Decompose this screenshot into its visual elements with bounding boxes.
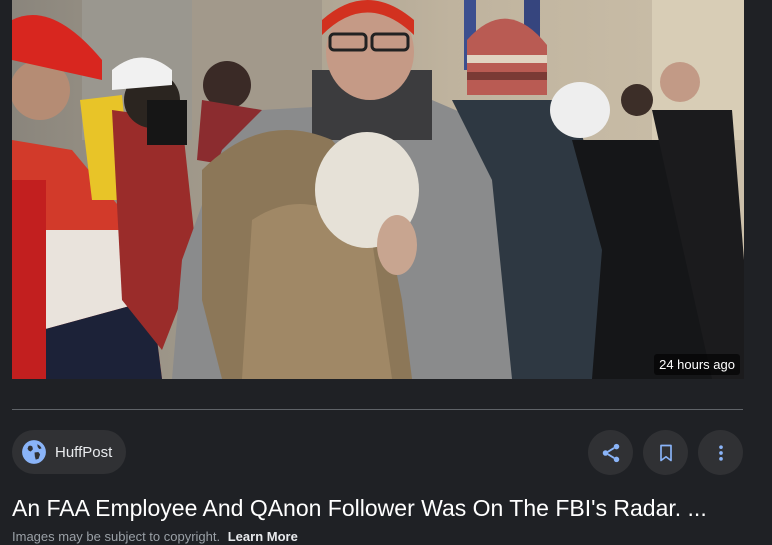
share-button[interactable] <box>588 430 633 475</box>
share-icon <box>602 443 619 462</box>
save-button[interactable] <box>643 430 688 475</box>
more-vertical-icon <box>718 444 723 461</box>
bookmark-icon <box>659 444 672 461</box>
globe-icon <box>21 439 47 465</box>
result-title[interactable]: An FAA Employee And QAnon Follower Was O… <box>12 493 762 523</box>
crowd-photo-illustration <box>12 0 744 379</box>
divider <box>12 409 743 410</box>
source-chip[interactable]: HuffPost <box>12 430 127 474</box>
copyright-notice: Images may be subject to copyright. Lear… <box>12 528 298 545</box>
time-ago-badge: 24 hours ago <box>654 354 740 375</box>
more-options-button[interactable] <box>698 430 743 475</box>
source-name: HuffPost <box>55 443 113 461</box>
result-image[interactable]: 24 hours ago <box>12 0 744 379</box>
